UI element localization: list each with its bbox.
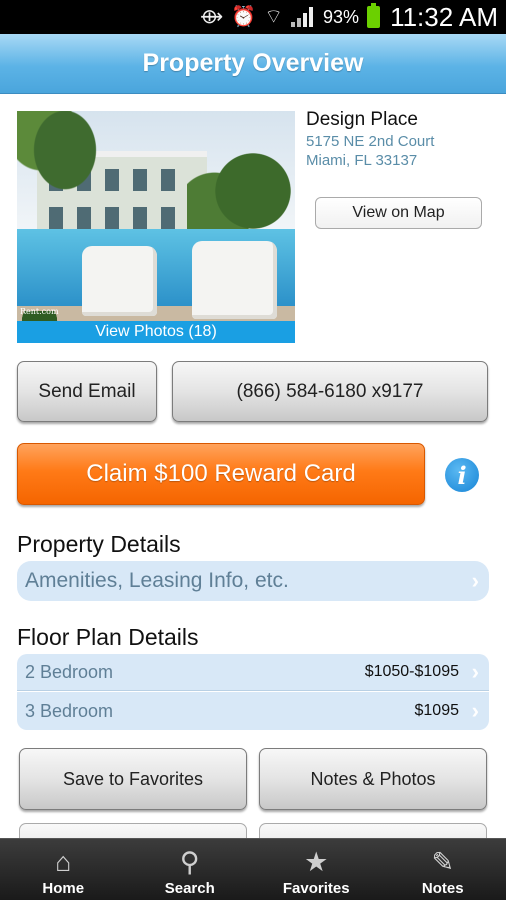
chevron-right-icon: › [471,698,479,723]
search-icon: ⚲ [179,847,200,877]
amenities-row-label: Amenities, Leasing Info, etc. [25,569,289,592]
photo-trees [187,141,295,241]
floor-plan-label: 3 Bedroom [25,700,114,721]
clock: 11:32 AM [390,1,498,32]
sync-icon: ⟴ [200,6,224,28]
save-to-favorites-button[interactable]: Save to Favorites [19,748,247,810]
info-icon[interactable]: i [445,458,479,492]
property-name: Design Place [306,109,418,130]
notes-photos-button[interactable]: Notes & Photos [259,748,487,810]
property-address-line1: 5175 NE 2nd Court [306,133,435,150]
tab-label: Notes [421,880,464,897]
wifi-icon: ⌔ [264,6,284,28]
tab-label: Home [42,880,85,897]
tab-bar: ⌂ Home ⚲ Search ★ Favorites ✎ Notes [0,838,506,900]
tab-notes[interactable]: ✎ Notes [380,839,506,900]
star-icon: ★ [304,847,329,877]
property-address-line2: Miami, FL 33137 [306,152,418,169]
chevron-right-icon: › [471,659,479,684]
view-on-map-button[interactable]: View on Map [315,197,482,229]
floor-plan-label: 2 Bedroom [25,661,114,682]
tab-label: Search [164,880,215,897]
battery-icon [367,3,381,28]
pencil-icon: ✎ [431,847,455,877]
home-icon: ⌂ [55,847,72,877]
page-title: Property Overview [142,49,364,77]
tab-search[interactable]: ⚲ Search [127,839,254,900]
tab-favorites[interactable]: ★ Favorites [253,839,380,900]
amenities-row[interactable]: Amenities, Leasing Info, etc. › [17,561,489,601]
floor-plan-row[interactable]: 3 Bedroom $1095 › [17,692,489,730]
tab-home[interactable]: ⌂ Home [0,839,127,900]
photo-watermark: Rent.com [20,307,59,316]
battery-percent: 93% [323,6,360,27]
property-photo[interactable]: Rent.com [17,111,295,343]
floor-plan-row[interactable]: 2 Bedroom $1050-$1095 › [17,654,489,691]
chevron-right-icon: › [471,568,479,593]
call-phone-button[interactable]: (866) 584-6180 x9177 [172,361,488,422]
floor-plan-price: $1050-$1095 [364,663,459,680]
alarm-icon: ⏰ [231,6,257,28]
claim-reward-button[interactable]: Claim $100 Reward Card [17,443,425,505]
tab-label: Favorites [282,880,350,897]
floor-plan-price: $1095 [414,702,460,719]
send-email-button[interactable]: Send Email [17,361,157,422]
status-bar: ⟴ ⏰ ⌔ 93% 11:32 AM [0,0,506,34]
photo-chair [82,246,157,316]
photo-palm [17,111,137,241]
view-photos-link[interactable]: View Photos (18) [17,321,295,343]
photo-chair [192,241,277,319]
signal-icon [291,7,315,27]
property-details-title: Property Details [17,531,181,557]
floor-plan-details-title: Floor Plan Details [17,624,199,650]
title-bar: Property Overview [0,34,506,94]
